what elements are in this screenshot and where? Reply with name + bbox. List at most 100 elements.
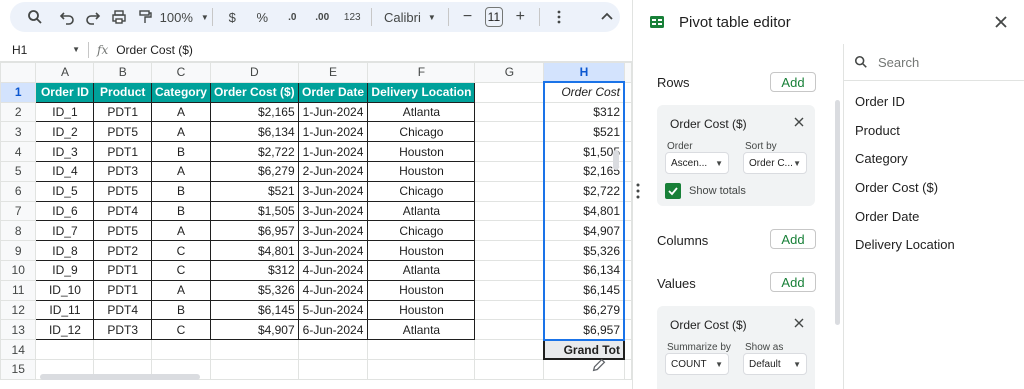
data-cell[interactable]: A bbox=[150, 101, 211, 123]
data-cell[interactable]: $312 bbox=[209, 259, 299, 281]
empty-cell[interactable] bbox=[297, 339, 369, 360]
data-cell[interactable]: PDT5 bbox=[93, 121, 152, 143]
data-cell[interactable]: B bbox=[150, 180, 211, 202]
empty-cell[interactable] bbox=[474, 160, 545, 182]
data-cell[interactable]: 4-Jun-2024 bbox=[297, 259, 369, 281]
data-cell[interactable]: A bbox=[150, 220, 211, 242]
redo-icon[interactable] bbox=[80, 4, 106, 30]
close-icon[interactable] bbox=[993, 14, 1009, 30]
field-item[interactable]: Order ID bbox=[855, 94, 905, 109]
order-select[interactable]: Ascen... ▼ bbox=[665, 152, 729, 174]
pivot-value-cell[interactable]: $521 bbox=[542, 121, 626, 143]
row-header[interactable]: 4 bbox=[0, 141, 37, 162]
data-cell[interactable]: $2,722 bbox=[209, 141, 299, 162]
data-cell[interactable]: $521 bbox=[209, 180, 299, 202]
column-header[interactable]: E bbox=[297, 62, 369, 83]
pivot-value-cell[interactable]: $6,134 bbox=[542, 260, 626, 281]
row-header[interactable]: 10 bbox=[0, 259, 37, 281]
empty-cell[interactable] bbox=[474, 180, 545, 202]
empty-cell[interactable] bbox=[474, 358, 545, 380]
row-header[interactable]: 15 bbox=[0, 358, 37, 380]
empty-cell[interactable] bbox=[150, 339, 211, 360]
data-cell[interactable]: ID_8 bbox=[35, 240, 95, 261]
font-select[interactable]: Calibri ▼ bbox=[378, 4, 442, 30]
remove-field-icon[interactable] bbox=[793, 317, 805, 329]
empty-cell[interactable] bbox=[367, 358, 476, 380]
empty-cell[interactable] bbox=[209, 339, 299, 360]
empty-cell[interactable] bbox=[623, 141, 632, 162]
show-totals-checkbox[interactable] bbox=[665, 183, 681, 199]
row-header[interactable]: 1 bbox=[0, 81, 37, 103]
data-cell[interactable]: 3-Jun-2024 bbox=[297, 220, 369, 242]
data-cell[interactable]: PDT5 bbox=[93, 220, 152, 242]
decrease-decimal-button[interactable]: .0 bbox=[279, 4, 305, 30]
data-cell[interactable]: 3-Jun-2024 bbox=[297, 180, 369, 202]
data-cell[interactable]: 1-Jun-2024 bbox=[297, 101, 369, 123]
data-cell[interactable]: PDT4 bbox=[93, 299, 152, 321]
format-percent-button[interactable]: % bbox=[249, 4, 275, 30]
pivot-value-cell[interactable]: $6,279 bbox=[542, 300, 626, 321]
row-header[interactable]: 2 bbox=[0, 101, 37, 123]
header-cell[interactable]: Category bbox=[150, 81, 211, 103]
pivot-value-cell[interactable]: $1,505 bbox=[542, 141, 626, 162]
data-cell[interactable]: PDT1 bbox=[93, 259, 152, 281]
empty-cell[interactable] bbox=[623, 339, 632, 360]
data-cell[interactable]: Atlanta bbox=[367, 200, 476, 222]
data-cell[interactable]: PDT2 bbox=[93, 240, 152, 261]
row-header[interactable]: 14 bbox=[0, 339, 37, 360]
data-cell[interactable]: Houston bbox=[367, 141, 476, 162]
data-cell[interactable]: $2,165 bbox=[209, 101, 299, 123]
column-header[interactable]: D bbox=[209, 62, 299, 83]
data-cell[interactable]: ID_2 bbox=[35, 121, 95, 143]
data-cell[interactable]: 3-Jun-2024 bbox=[297, 240, 369, 261]
data-cell[interactable]: Houston bbox=[367, 160, 476, 182]
empty-cell[interactable] bbox=[623, 81, 632, 103]
field-item[interactable]: Order Date bbox=[855, 209, 919, 224]
pivot-value-cell[interactable]: $6,957 bbox=[542, 319, 626, 341]
empty-cell[interactable] bbox=[623, 279, 632, 301]
data-cell[interactable]: 5-Jun-2024 bbox=[297, 299, 369, 321]
data-cell[interactable]: PDT1 bbox=[93, 279, 152, 301]
column-header[interactable]: A bbox=[35, 62, 95, 83]
empty-cell[interactable] bbox=[623, 180, 632, 202]
empty-cell[interactable] bbox=[209, 358, 299, 380]
data-cell[interactable]: Atlanta bbox=[367, 259, 476, 281]
empty-cell[interactable] bbox=[623, 240, 632, 261]
data-cell[interactable]: $1,505 bbox=[209, 200, 299, 222]
data-cell[interactable]: ID_5 bbox=[35, 180, 95, 202]
empty-cell[interactable] bbox=[474, 319, 545, 341]
data-cell[interactable]: 3-Jun-2024 bbox=[297, 200, 369, 222]
select-all-corner[interactable] bbox=[0, 62, 37, 83]
pivot-value-cell[interactable]: $4,907 bbox=[542, 220, 626, 242]
empty-cell[interactable] bbox=[474, 101, 545, 123]
edit-pivot-icon[interactable] bbox=[590, 356, 612, 376]
data-cell[interactable]: A bbox=[150, 160, 211, 182]
data-cell[interactable]: C bbox=[150, 319, 211, 341]
column-header[interactable]: C bbox=[150, 62, 211, 83]
data-cell[interactable]: Atlanta bbox=[367, 101, 476, 123]
data-cell[interactable]: $4,907 bbox=[209, 319, 299, 341]
data-cell[interactable]: 4-Jun-2024 bbox=[297, 279, 369, 301]
undo-icon[interactable] bbox=[54, 4, 80, 30]
data-cell[interactable]: Houston bbox=[367, 299, 476, 321]
data-cell[interactable]: PDT5 bbox=[93, 180, 152, 202]
header-cell[interactable]: Delivery Location bbox=[367, 81, 476, 103]
empty-cell[interactable] bbox=[623, 160, 632, 182]
field-item[interactable]: Delivery Location bbox=[855, 237, 955, 252]
format-currency-button[interactable]: $ bbox=[219, 4, 245, 30]
data-cell[interactable]: $6,957 bbox=[209, 220, 299, 242]
row-header[interactable]: 11 bbox=[0, 279, 37, 301]
increase-decimal-button[interactable]: .00 bbox=[309, 4, 335, 30]
empty-cell[interactable] bbox=[474, 81, 545, 103]
column-header[interactable]: G bbox=[474, 62, 545, 83]
data-cell[interactable]: ID_12 bbox=[35, 319, 95, 341]
data-cell[interactable]: C bbox=[150, 240, 211, 261]
empty-cell[interactable] bbox=[474, 141, 545, 162]
remove-field-icon[interactable] bbox=[793, 116, 805, 128]
summarize-by-select[interactable]: COUNT ▼ bbox=[665, 353, 729, 375]
columns-add-button[interactable]: Add bbox=[770, 229, 816, 249]
print-icon[interactable] bbox=[106, 4, 132, 30]
paint-format-icon[interactable] bbox=[132, 4, 158, 30]
empty-cell[interactable] bbox=[474, 220, 545, 242]
pivot-value-cell[interactable]: $2,722 bbox=[542, 181, 626, 202]
